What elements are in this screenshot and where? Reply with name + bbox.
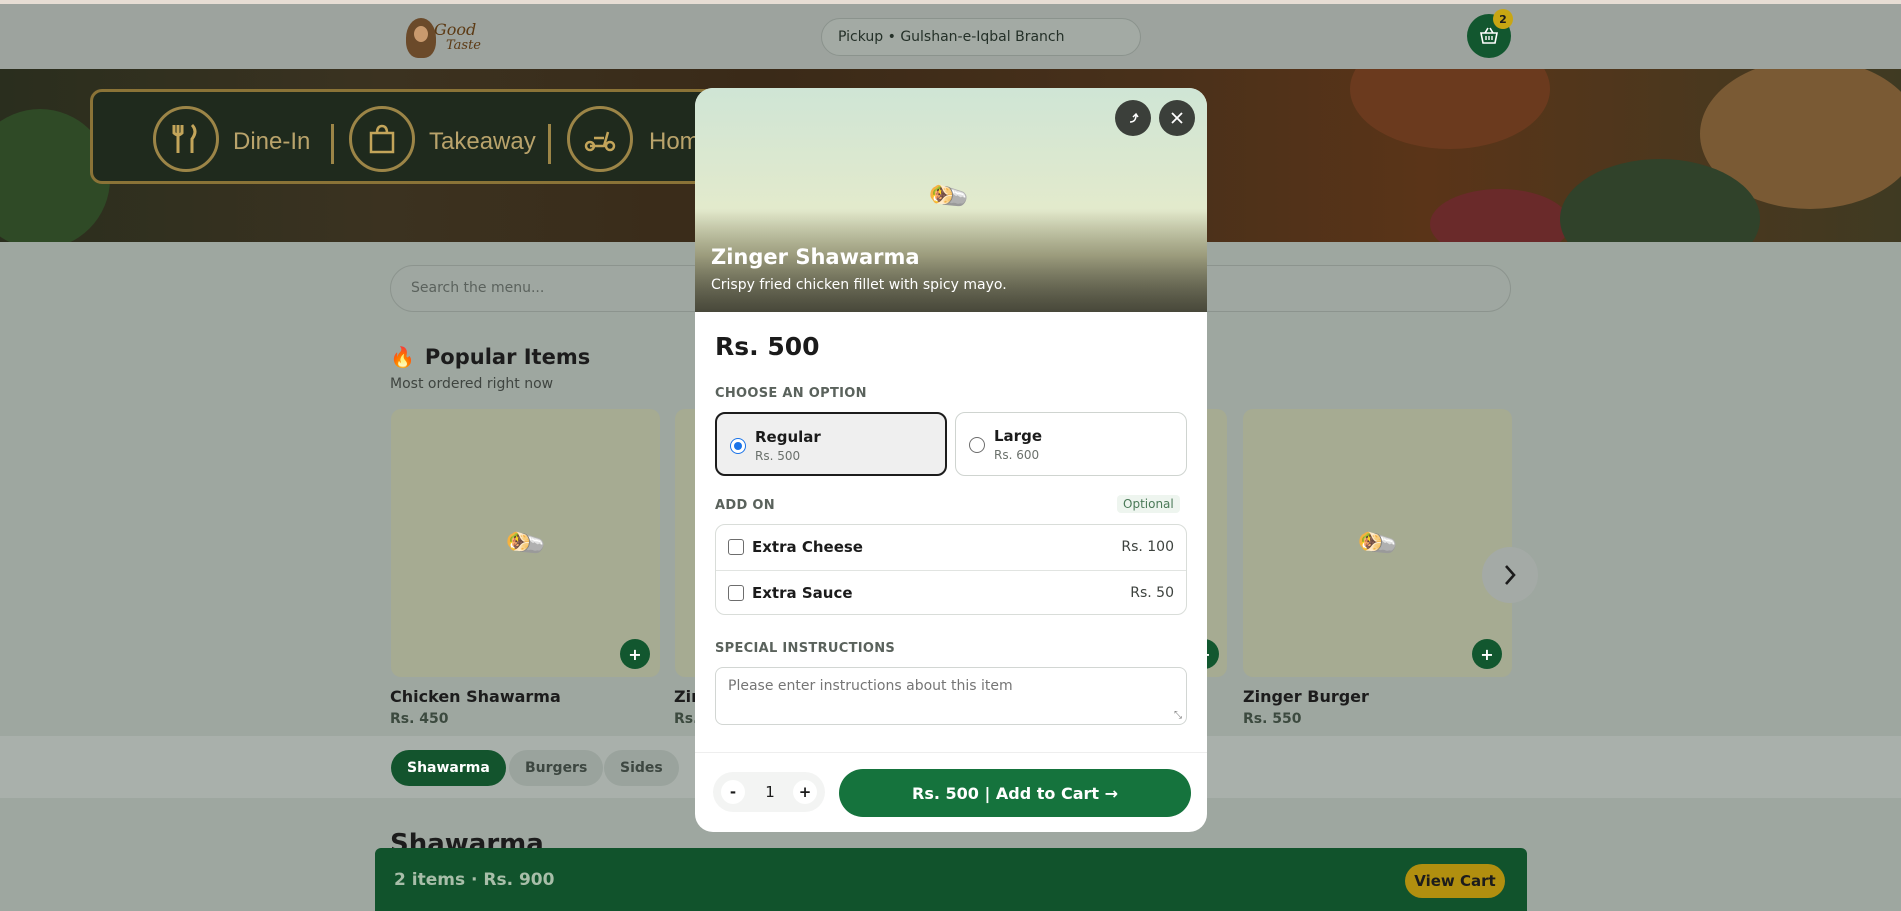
option-price: Rs. 500 [755, 449, 801, 463]
popular-items-title: 🔥 Popular Items [390, 345, 590, 369]
product-name[interactable]: Zinger Burger [1243, 687, 1369, 706]
category-tab-shawarma[interactable]: Shawarma [391, 750, 506, 786]
addon-name: Extra Cheese [752, 538, 863, 556]
quantity-stepper: - 1 + [713, 772, 825, 812]
increase-quantity-button[interactable]: + [793, 780, 817, 804]
scooter-icon [567, 106, 633, 172]
fire-icon: 🔥 [390, 345, 415, 369]
item-price: Rs. 500 [715, 332, 820, 361]
option-price: Rs. 600 [994, 448, 1040, 462]
logo-text-line2: Taste [446, 38, 482, 53]
logo-portrait [406, 18, 436, 58]
option-radio-large[interactable] [969, 437, 985, 453]
close-icon [1171, 112, 1183, 124]
item-hero-image: 🌯 Zinger Shawarma Crispy fried chicken f… [695, 88, 1207, 312]
carousel-next-button[interactable] [1482, 547, 1538, 603]
view-cart-button[interactable]: View Cart [1405, 864, 1505, 898]
addon-price: Rs. 50 [1130, 585, 1174, 601]
addon-row-extra-cheese[interactable]: Extra Cheese Rs. 100 [716, 525, 1186, 570]
banner-decor-salad [1430, 189, 1570, 242]
popular-title-text: Popular Items [424, 345, 591, 369]
item-title: Zinger Shawarma [711, 245, 920, 269]
addon-checkbox[interactable] [728, 539, 744, 555]
optional-badge: Optional [1117, 495, 1180, 513]
chevron-right-icon [1505, 565, 1516, 585]
decrease-quantity-button[interactable]: - [721, 780, 745, 804]
modal-footer-divider [695, 752, 1207, 753]
special-instructions-field[interactable] [715, 667, 1187, 725]
cart-summary-text: 2 items · Rs. 900 [394, 870, 555, 890]
product-price: Rs. 450 [390, 711, 449, 727]
item-description: Crispy fried chicken fillet with spicy m… [711, 277, 1007, 293]
product-price: Rs. 550 [1243, 711, 1302, 727]
category-tab-burgers[interactable]: Burgers [509, 750, 604, 786]
options-label: CHOOSE AN OPTION [715, 386, 867, 401]
cart-icon [1480, 27, 1498, 44]
addon-name: Extra Sauce [752, 584, 853, 602]
quantity-value: 1 [765, 783, 775, 801]
option-large[interactable]: Large Rs. 600 [955, 412, 1187, 476]
item-detail-modal: 🌯 Zinger Shawarma Crispy fried chicken f… [695, 88, 1207, 832]
product-card-image[interactable] [1207, 409, 1227, 677]
banner-decor-bowl [1350, 69, 1550, 149]
addon-label: ADD ON [715, 498, 775, 513]
addon-row-extra-sauce[interactable]: Extra Sauce Rs. 50 [716, 570, 1186, 615]
plus-icon: + [1480, 644, 1494, 664]
brand-logo[interactable]: Good Taste [402, 14, 488, 62]
service-divider [548, 124, 551, 164]
option-name: Regular [755, 428, 821, 446]
addon-checkbox[interactable] [728, 585, 744, 601]
resize-handle-icon[interactable]: ⤡ [1174, 711, 1184, 721]
option-regular[interactable]: Regular Rs. 500 [715, 412, 947, 476]
share-icon [1129, 112, 1139, 123]
branch-selector[interactable]: Pickup • Gulshan-e-Iqbal Branch [821, 18, 1141, 56]
service-takeaway[interactable]: Takeaway [429, 128, 536, 156]
service-dine-in[interactable]: Dine-In [233, 128, 310, 156]
cart-count-badge: 2 [1493, 9, 1513, 29]
option-radio-regular[interactable] [730, 438, 746, 454]
service-home-delivery[interactable]: Hom [649, 128, 700, 156]
plus-icon: + [628, 644, 642, 664]
fork-knife-icon [153, 106, 219, 172]
add-to-cart-button[interactable]: Rs. 500 | Add to Cart → [839, 769, 1191, 817]
cart-summary-bar: 2 items · Rs. 900 View Cart [375, 848, 1527, 911]
add-item-button[interactable]: + [1472, 639, 1502, 669]
product-name[interactable]: Chicken Shawarma [390, 687, 561, 706]
popular-items-subtitle: Most ordered right now [390, 376, 554, 392]
product-card-image[interactable]: 🌯 [391, 409, 660, 677]
shopping-bag-icon [349, 106, 415, 172]
site-header: Good Taste Pickup • Gulshan-e-Iqbal Bran… [0, 4, 1901, 69]
product-card-image[interactable]: 🌯 [1243, 409, 1512, 677]
instructions-label: SPECIAL INSTRUCTIONS [715, 641, 896, 656]
service-divider [331, 124, 334, 164]
wrap-food-icon: 🌯 [1353, 519, 1402, 567]
service-sign: Dine-In Takeaway Hom [90, 89, 730, 184]
option-name: Large [994, 427, 1042, 445]
share-button[interactable] [1115, 100, 1151, 136]
close-modal-button[interactable] [1159, 100, 1195, 136]
category-tab-sides[interactable]: Sides [604, 750, 679, 786]
add-item-button[interactable]: + [620, 639, 650, 669]
product-card-image[interactable] [675, 409, 695, 677]
logo-text-line1: Good [434, 20, 477, 39]
wrap-food-icon: 🌯 [501, 519, 550, 567]
addon-list: Extra Cheese Rs. 100 Extra Sauce Rs. 50 [715, 524, 1187, 615]
addon-price: Rs. 100 [1121, 539, 1174, 555]
